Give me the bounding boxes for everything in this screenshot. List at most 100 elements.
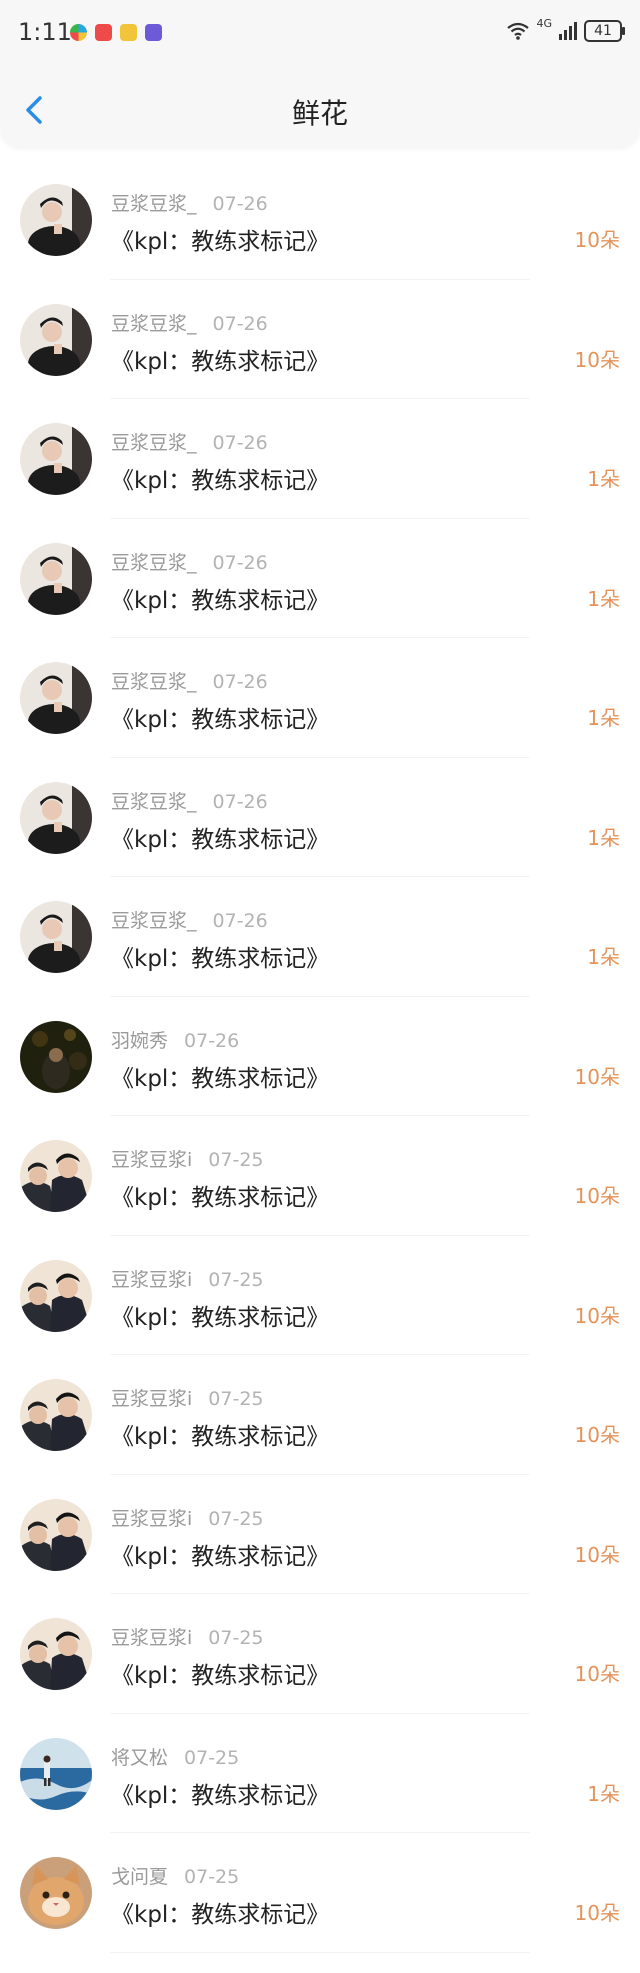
user-name[interactable]: 豆浆豆浆_	[111, 671, 197, 693]
list-item[interactable]: 豆浆豆浆i 07-25 《kpl：教练求标记》 10朵	[0, 1236, 640, 1356]
work-title[interactable]: 《kpl：教练求标记》	[111, 700, 329, 734]
user-meta: 豆浆豆浆_ 07-26	[111, 309, 268, 336]
gift-date: 07-26	[212, 790, 268, 813]
status-bar: 1:11 4G 41	[0, 0, 640, 70]
avatar[interactable]	[20, 1737, 92, 1810]
list-item[interactable]: 豆浆豆浆_ 07-26 《kpl：教练求标记》 1朵	[0, 519, 640, 639]
page-title: 鲜花	[291, 97, 348, 130]
work-title[interactable]: 《kpl：教练求标记》	[111, 342, 329, 376]
user-name[interactable]: 豆浆豆浆i	[111, 1269, 192, 1291]
user-meta: 豆浆豆浆_ 07-26	[111, 428, 268, 455]
gift-date: 07-25	[208, 1268, 264, 1291]
user-name[interactable]: 豆浆豆浆i	[111, 1627, 192, 1649]
status-time: 1:11	[18, 18, 72, 46]
avatar[interactable]	[20, 901, 92, 973]
user-name[interactable]: 豆浆豆浆i	[111, 1149, 192, 1171]
network-type: 4G	[536, 16, 552, 30]
gift-date: 07-26	[212, 551, 268, 574]
user-name[interactable]: 豆浆豆浆_	[111, 313, 197, 335]
user-name[interactable]: 豆浆豆浆_	[111, 910, 197, 932]
user-meta: 豆浆豆浆i 07-25	[111, 1504, 264, 1531]
battery-icon: 41	[584, 20, 625, 42]
gift-date: 07-25	[208, 1149, 264, 1171]
work-title[interactable]: 《kpl：教练求标记》	[111, 1895, 329, 1929]
avatar[interactable]	[20, 1140, 92, 1212]
work-title[interactable]: 《kpl：教练求标记》	[111, 1059, 329, 1093]
work-title[interactable]: 《kpl：教练求标记》	[111, 1417, 329, 1451]
signal-icon	[559, 22, 577, 40]
work-title[interactable]: 《kpl：教练求标记》	[111, 1298, 329, 1332]
gift-date: 07-26	[212, 671, 268, 693]
work-title[interactable]: 《kpl：教练求标记》	[111, 1776, 329, 1810]
flower-count: 10朵	[574, 1184, 620, 1208]
work-title[interactable]: 《kpl：教练求标记》	[111, 939, 329, 973]
list-item[interactable]: 豆浆豆浆_ 07-26 《kpl：教练求标记》 1朵	[0, 758, 640, 878]
list-item[interactable]: 豆浆豆浆_ 07-26 《kpl：教练求标记》 1朵	[0, 399, 640, 519]
gift-date: 07-25	[184, 1746, 240, 1769]
user-name[interactable]: 戈问夏	[111, 1866, 168, 1888]
user-name[interactable]: 豆浆豆浆_	[111, 193, 197, 215]
avatar[interactable]	[20, 1857, 92, 1929]
flower-count: 10朵	[574, 1901, 620, 1925]
status-app-icons	[70, 24, 162, 41]
flower-count: 1朵	[587, 467, 620, 491]
list-item[interactable]: 豆浆豆浆_ 07-26 《kpl：教练求标记》 10朵	[0, 280, 640, 400]
avatar[interactable]	[20, 1498, 92, 1571]
avatar[interactable]	[20, 542, 92, 615]
avatar[interactable]	[20, 1379, 92, 1451]
list-item[interactable]: 豆浆豆浆_ 07-26 《kpl：教练求标记》 10朵	[0, 160, 640, 280]
avatar[interactable]	[20, 781, 92, 854]
list-item[interactable]: 豆浆豆浆i 07-25 《kpl：教练求标记》 10朵	[0, 1475, 640, 1595]
user-meta: 豆浆豆浆i 07-25	[111, 1145, 264, 1172]
user-meta: 豆浆豆浆_ 07-26	[111, 189, 268, 216]
avatar[interactable]	[20, 184, 92, 256]
list-item[interactable]: 豆浆豆浆i 07-25 《kpl：教练求标记》 10朵	[0, 1116, 640, 1236]
gift-date: 07-26	[212, 910, 268, 932]
gift-date: 07-26	[212, 432, 268, 454]
user-meta: 豆浆豆浆_ 07-26	[111, 667, 268, 694]
user-name[interactable]: 将又松	[111, 1747, 168, 1769]
user-name[interactable]: 豆浆豆浆i	[111, 1508, 192, 1530]
avatar[interactable]	[20, 303, 92, 376]
work-title[interactable]: 《kpl：教练求标记》	[111, 581, 329, 615]
avatar[interactable]	[20, 1259, 92, 1332]
work-title[interactable]: 《kpl：教练求标记》	[111, 222, 329, 256]
user-meta: 豆浆豆浆_ 07-26	[111, 906, 268, 933]
list-item[interactable]: 戈问夏 07-25 《kpl：教练求标记》 10朵	[0, 1833, 640, 1953]
avatar[interactable]	[20, 423, 92, 495]
purple-app-icon	[145, 24, 162, 41]
list-item[interactable]: 豆浆豆浆_ 07-26 《kpl：教练求标记》 1朵	[0, 638, 640, 758]
flower-count: 1朵	[587, 1781, 620, 1806]
list-item[interactable]: 豆浆豆浆i 07-25 《kpl：教练求标记》 10朵	[0, 1355, 640, 1475]
user-name[interactable]: 豆浆豆浆_	[111, 791, 197, 813]
user-meta: 羽婉秀 07-26	[111, 1026, 239, 1053]
user-name[interactable]: 豆浆豆浆_	[111, 432, 197, 454]
list-item[interactable]: 将又松 07-25 《kpl：教练求标记》 1朵	[0, 1714, 640, 1834]
user-meta: 豆浆豆浆i 07-25	[111, 1265, 264, 1292]
list-item[interactable]: 羽婉秀 07-26 《kpl：教练求标记》 10朵	[0, 997, 640, 1117]
wifi-icon	[507, 22, 530, 40]
user-meta: 豆浆豆浆_ 07-26	[111, 787, 268, 814]
user-name[interactable]: 羽婉秀	[111, 1030, 168, 1052]
red-app-icon	[95, 24, 112, 41]
avatar[interactable]	[20, 1618, 92, 1690]
gift-date: 07-25	[184, 1866, 240, 1888]
user-name[interactable]: 豆浆豆浆_	[111, 552, 197, 574]
flower-count: 10朵	[574, 228, 620, 252]
list-item[interactable]: 豆浆豆浆i 07-25 《kpl：教练求标记》 10朵	[0, 1594, 640, 1714]
gift-date: 07-26	[184, 1029, 240, 1052]
work-title[interactable]: 《kpl：教练求标记》	[111, 1537, 329, 1571]
flower-count: 10朵	[574, 1542, 620, 1567]
user-meta: 豆浆豆浆i 07-25	[111, 1623, 264, 1650]
avatar[interactable]	[20, 662, 92, 734]
work-title[interactable]: 《kpl：教练求标记》	[111, 1656, 329, 1690]
work-title[interactable]: 《kpl：教练求标记》	[111, 1178, 329, 1212]
list-item[interactable]: 豆浆豆浆_ 07-26 《kpl：教练求标记》 1朵	[0, 877, 640, 997]
avatar[interactable]	[20, 1020, 92, 1093]
nav-bar: 鲜花	[0, 70, 640, 148]
work-title[interactable]: 《kpl：教练求标记》	[111, 461, 329, 495]
work-title[interactable]: 《kpl：教练求标记》	[111, 820, 329, 854]
user-meta: 将又松 07-25	[111, 1743, 239, 1770]
colorful-app-icon	[70, 24, 87, 41]
user-name[interactable]: 豆浆豆浆i	[111, 1388, 192, 1410]
